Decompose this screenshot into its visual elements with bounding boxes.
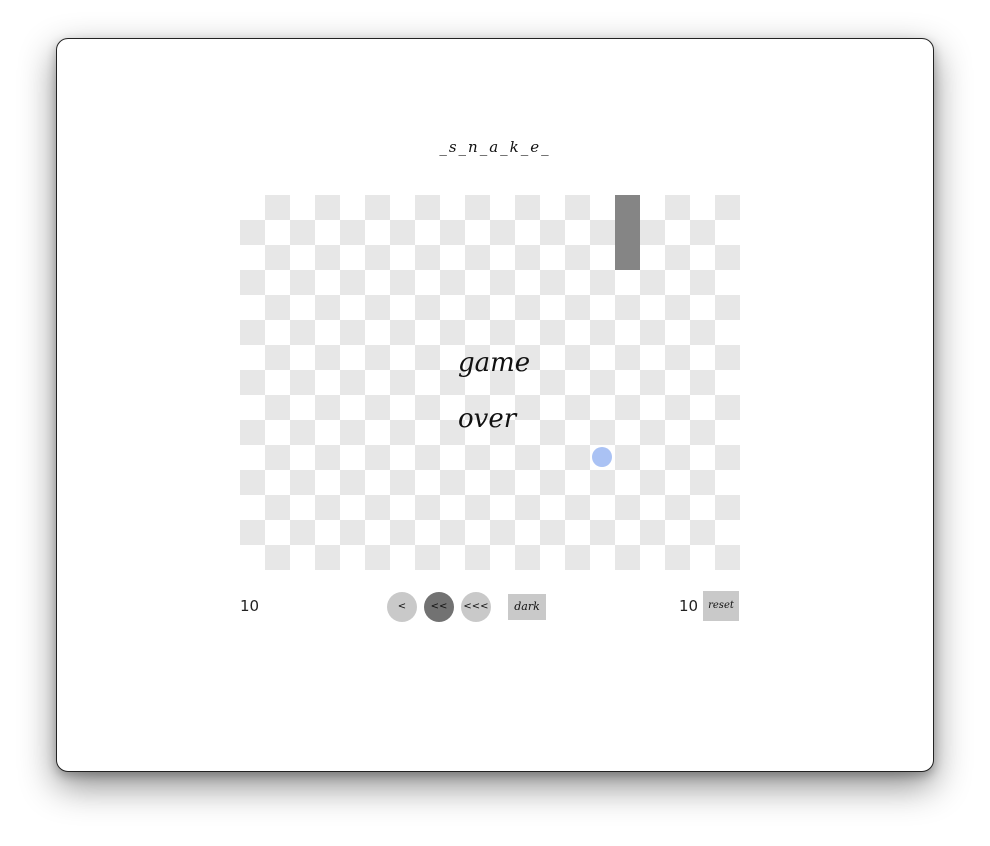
dark-mode-button[interactable]: dark	[508, 594, 546, 620]
game-board[interactable]: game over	[240, 195, 740, 570]
best-score: 10	[679, 597, 699, 615]
speed-medium-button[interactable]: <<	[424, 592, 454, 622]
game-over-line-2: over	[458, 404, 517, 434]
game-over-message: game over	[458, 335, 578, 447]
game-over-line-1: game	[458, 348, 531, 378]
snake-body	[615, 195, 640, 270]
game-window: _s_n_a_k_e_ game over 10 < << <<< dark 1…	[56, 38, 934, 772]
game-title: _s_n_a_k_e_	[439, 138, 551, 156]
speed-slow-button[interactable]: <	[387, 592, 417, 622]
food-dot	[592, 447, 612, 467]
current-score: 10	[240, 597, 260, 615]
speed-fast-button[interactable]: <<<	[461, 592, 491, 622]
reset-button[interactable]: reset	[703, 591, 739, 621]
